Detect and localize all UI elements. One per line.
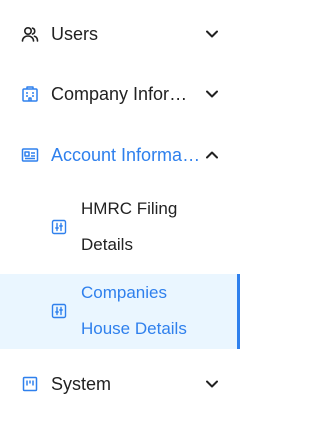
sliders-icon: [50, 218, 68, 236]
chevron-down-icon[interactable]: [204, 376, 220, 392]
sidebar-subitem-companies-house-details[interactable]: Companies House Details: [0, 274, 240, 349]
sidebar-item-company-information[interactable]: Company Inform…: [0, 82, 240, 106]
subitem-label-line2: House Details: [81, 319, 187, 338]
sidebar-item-account-information[interactable]: Account Informa…: [0, 143, 240, 167]
id-card-icon: [21, 146, 39, 164]
chevron-down-icon[interactable]: [204, 86, 220, 102]
system-icon: [21, 375, 39, 393]
sidebar-item-label: Users: [51, 24, 99, 44]
subitem-label-line1: HMRC Filing: [81, 199, 178, 218]
sidebar-item-label: Account Informa…: [51, 145, 201, 165]
subitem-label-line1: Companies: [81, 283, 167, 302]
sidebar-nav: Users Company Inform… Account Informa… H…: [0, 0, 240, 430]
sidebar-item-label: Company Inform…: [51, 84, 202, 104]
sidebar-item-system[interactable]: System: [0, 372, 240, 396]
sidebar-subitem-hmrc-filing-details[interactable]: HMRC Filing Details: [0, 190, 240, 266]
subitem-label-line2: Details: [81, 235, 133, 254]
sidebar-item-users[interactable]: Users: [0, 22, 240, 46]
chevron-down-icon[interactable]: [204, 26, 220, 42]
sidebar-item-label: System: [51, 374, 112, 394]
chevron-up-icon[interactable]: [204, 147, 220, 163]
users-icon: [21, 25, 39, 43]
building-icon: [21, 85, 39, 103]
sliders-icon: [50, 302, 68, 320]
